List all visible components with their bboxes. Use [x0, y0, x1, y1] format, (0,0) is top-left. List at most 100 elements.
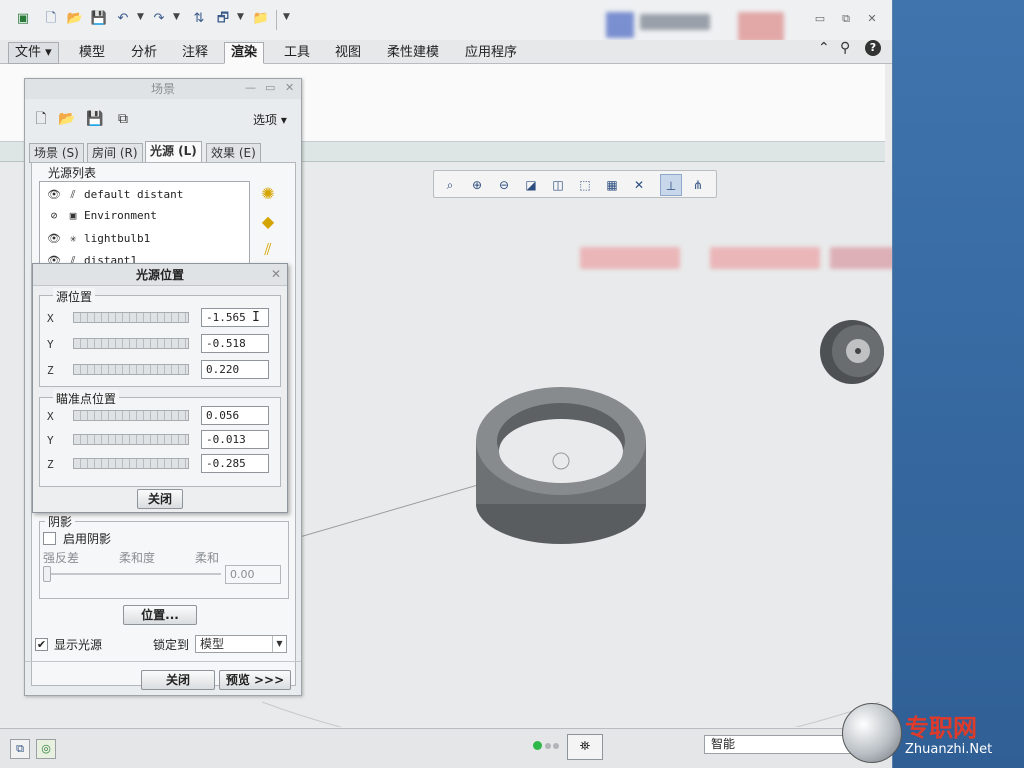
folder-icon[interactable]: 📁	[252, 10, 270, 28]
dialog-minimize-icon[interactable]: —	[245, 81, 256, 94]
cylinder-model	[820, 320, 884, 384]
dialog-close-icon[interactable]: ✕	[285, 81, 294, 94]
copy-scene-icon[interactable]: ⧉	[113, 109, 133, 129]
open-scene-icon[interactable]: 📂	[57, 109, 77, 129]
preview-button[interactable]: 预览 >>>	[219, 670, 291, 690]
quick-access-toolbar: ▣ 🗋 📂 💾 ↶ ▼ ↷ ▼ ⇅ 🗗 ▼ 📁 ▼ ▭ ⧉ ✕	[0, 0, 892, 42]
position-button[interactable]: 位置...	[123, 605, 197, 625]
show-lights-checkbox[interactable]: ✔	[35, 638, 48, 651]
maximize-icon[interactable]: ⧉	[836, 12, 856, 26]
tab-scene[interactable]: 场景 (S)	[29, 143, 84, 163]
tab-annotate[interactable]: 注释	[175, 42, 215, 64]
new-icon[interactable]: 🗋	[42, 10, 60, 28]
tab-analysis[interactable]: 分析	[124, 42, 164, 64]
display-style-icon[interactable]: ◫	[547, 174, 569, 196]
close-button[interactable]: 关闭	[141, 670, 215, 690]
light-position-close-button[interactable]: 关闭	[137, 489, 183, 509]
open-icon[interactable]: 📂	[66, 10, 84, 28]
perspective-icon[interactable]: ✕	[628, 174, 650, 196]
tab-flexible-modeling[interactable]: 柔性建模	[380, 42, 446, 64]
tab-applications[interactable]: 应用程序	[458, 42, 524, 64]
tab-file[interactable]: 文件 ▾	[8, 42, 59, 64]
windows-icon[interactable]: 🗗	[214, 10, 232, 28]
close-window-icon[interactable]: ✕	[862, 12, 882, 25]
chevron-down-icon: ▼	[272, 636, 286, 652]
softness-value[interactable]: 0.00	[225, 565, 281, 584]
find-icon[interactable]: ⛯	[567, 734, 603, 760]
toolbar-separator	[276, 10, 277, 30]
help-icon[interactable]: ?	[865, 40, 881, 56]
enable-shadow-checkbox[interactable]	[43, 532, 56, 545]
aim-z-label: Z	[47, 458, 54, 471]
tab-room[interactable]: 房间 (R)	[87, 143, 143, 163]
light-position-dialog: 光源位置 ✕ 源位置 X -1.565 I Y -0.518 Z 0.220 瞄准…	[32, 263, 288, 513]
scene-dialog-title: 场景	[25, 79, 301, 99]
tab-tools[interactable]: 工具	[277, 42, 317, 64]
refit-icon[interactable]: ⌕	[439, 174, 461, 196]
aim-z-input[interactable]: -0.285	[201, 454, 269, 473]
app-icon[interactable]: ▣	[14, 10, 32, 28]
regenerate-icon[interactable]: ⇅	[190, 10, 208, 28]
new-scene-icon[interactable]: 🗋	[31, 109, 51, 129]
source-z-input[interactable]: 0.220	[201, 360, 269, 379]
tab-view[interactable]: 视图	[328, 42, 368, 64]
aim-y-slider[interactable]	[73, 434, 189, 445]
visible-eye-icon[interactable]: 👁	[46, 230, 62, 248]
collapse-ribbon-icon[interactable]: ⌃	[818, 40, 830, 56]
undo-dropdown-icon[interactable]: ▼	[137, 12, 144, 22]
aim-y-input[interactable]: -0.013	[201, 430, 269, 449]
source-x-input[interactable]: -1.565 I	[201, 308, 269, 327]
datum-display-icon[interactable]: ⊥	[660, 174, 682, 196]
repaint-icon[interactable]: ◪	[520, 174, 542, 196]
minimize-icon[interactable]: ▭	[810, 12, 830, 25]
tab-lights[interactable]: 光源 (L)	[145, 141, 202, 163]
source-x-slider[interactable]	[73, 312, 189, 323]
zoom-out-icon[interactable]: ⊖	[493, 174, 515, 196]
shadow-label: 阴影	[45, 513, 76, 530]
tab-effects[interactable]: 效果 (E)	[206, 143, 261, 163]
source-y-slider[interactable]	[73, 338, 189, 349]
selection-filter[interactable]: 智能	[704, 735, 854, 754]
spin-center-icon[interactable]: ⋔	[687, 174, 709, 196]
options-menu[interactable]: 选项 ▾	[253, 111, 287, 128]
windows-dropdown-icon[interactable]: ▼	[237, 12, 244, 22]
light-list[interactable]: 👁 ⫽ default distant ⊘ ▣ Environment 👁 ✳ lightb…	[39, 181, 250, 271]
source-y-input[interactable]: -0.518	[201, 334, 269, 353]
light-list-label: 光源列表	[45, 164, 100, 181]
light-position-close-icon[interactable]: ✕	[271, 267, 281, 281]
undo-icon[interactable]: ↶	[114, 10, 132, 28]
tab-render[interactable]: 渲染	[224, 42, 265, 64]
list-item[interactable]: 👁 ⫽ default distant	[46, 186, 183, 204]
add-bulb-light-icon[interactable]: ✺	[257, 183, 279, 205]
source-z-slider[interactable]	[73, 364, 189, 375]
save-icon[interactable]: 💾	[90, 10, 108, 28]
browser-toggle-icon[interactable]: ◎	[36, 739, 56, 759]
aim-x-slider[interactable]	[73, 410, 189, 421]
softness-slider-handle[interactable]	[43, 566, 51, 582]
status-dot-icon	[553, 743, 559, 749]
zoom-in-icon[interactable]: ⊕	[466, 174, 488, 196]
save-scene-icon[interactable]: 💾	[85, 109, 105, 129]
softness-slider-track[interactable]	[43, 573, 221, 575]
list-item[interactable]: ⊘ ▣ Environment	[46, 207, 157, 225]
add-spot-light-icon[interactable]: ◆	[257, 211, 279, 233]
view-manager-icon[interactable]: ▦	[601, 174, 623, 196]
redo-icon[interactable]: ↷	[150, 10, 168, 28]
aim-z-slider[interactable]	[73, 458, 189, 469]
visible-eye-icon[interactable]: 👁	[46, 186, 62, 204]
light-position-title: 光源位置	[33, 264, 287, 286]
hidden-eye-icon[interactable]: ⊘	[46, 207, 62, 225]
saved-views-icon[interactable]: ⬚	[574, 174, 596, 196]
aim-x-input[interactable]: 0.056	[201, 406, 269, 425]
aim-x-label: X	[47, 410, 54, 423]
add-distant-light-icon[interactable]: ⫽	[257, 239, 279, 261]
customize-icon[interactable]: ▼	[283, 12, 290, 22]
list-item[interactable]: 👁 ✳ lightbulb1	[46, 230, 150, 248]
redo-dropdown-icon[interactable]: ▼	[173, 12, 180, 22]
model-tree-toggle-icon[interactable]: ⧉	[10, 739, 30, 759]
dialog-maximize-icon[interactable]: ▭	[265, 81, 275, 94]
tab-model[interactable]: 模型	[72, 42, 112, 64]
search-icon[interactable]: ⚲	[840, 40, 850, 56]
lock-to-select[interactable]: 模型 ▼	[195, 635, 287, 653]
aim-y-label: Y	[47, 434, 54, 447]
